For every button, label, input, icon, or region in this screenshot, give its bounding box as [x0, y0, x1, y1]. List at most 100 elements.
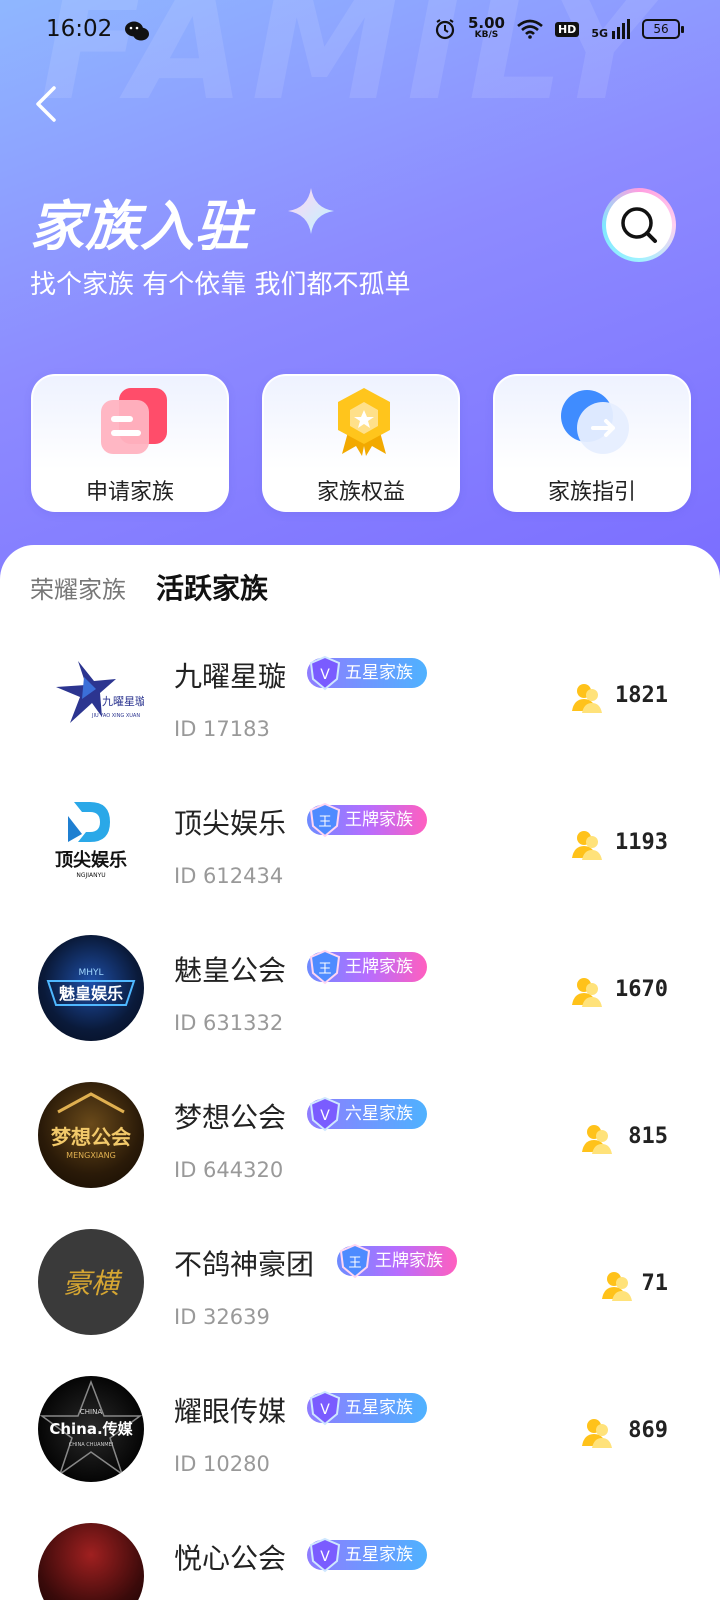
svg-text:JIU YAO XING XUAN: JIU YAO XING XUAN: [91, 713, 140, 719]
signal-5g: 5G: [591, 19, 630, 39]
svg-text:V: V: [320, 1549, 330, 1565]
feature-cards: 申请家族 家族权益 家族指引: [31, 374, 691, 512]
family-row[interactable]: 悦心公会 V 五星家族: [0, 1505, 720, 1600]
search-button[interactable]: [602, 188, 676, 262]
page-subtitle: 找个家族 有个依靠 我们都不孤单: [30, 270, 411, 300]
members-icon: [582, 1125, 612, 1154]
family-id: ID 612434: [174, 864, 284, 888]
hd-badge: HD: [554, 21, 580, 37]
rights-medal-icon: [338, 388, 390, 456]
v-shield-icon: V: [309, 1537, 341, 1573]
wechat-icon: [125, 21, 149, 41]
family-row[interactable]: 九曜星璇 JIU YAO XING XUAN 九曜星璇 V 五星家族 ID 17…: [0, 623, 720, 770]
svg-text:V: V: [320, 1108, 330, 1124]
svg-text:V: V: [320, 1402, 330, 1418]
page-title: 家族入驻: [30, 195, 250, 258]
members-icon: [602, 1272, 632, 1301]
family-logo: MHYL 魅皇娱乐: [38, 935, 144, 1041]
wifi-icon: [517, 19, 543, 39]
apply-family-card[interactable]: 申请家族: [31, 374, 229, 512]
family-name: 魅皇公会: [174, 954, 287, 987]
family-row[interactable]: 豪横 不鸽神豪团 王 王牌家族 ID 32639 71: [0, 1211, 720, 1358]
family-level-badge: V 六星家族: [307, 1096, 427, 1132]
apply-family-label: 申请家族: [85, 480, 174, 505]
svg-text:王: 王: [318, 815, 331, 830]
family-level-badge: V 五星家族: [307, 655, 427, 691]
family-level-badge: V 五星家族: [307, 1390, 427, 1426]
svg-text:V: V: [320, 667, 330, 683]
svg-text:王: 王: [318, 962, 331, 977]
back-arrow-icon[interactable]: [28, 82, 68, 126]
family-logo: 顶尖娱乐 NGJIANYU: [38, 788, 144, 894]
svg-text:梦想公会: 梦想公会: [51, 1125, 131, 1149]
family-name: 九曜星璇: [174, 660, 287, 693]
family-id: ID 644320: [174, 1158, 284, 1182]
family-logo: CHINA China.传媒 CHINA CHUANMEI: [38, 1376, 144, 1482]
family-logo: 梦想公会 MENGXIANG: [38, 1082, 144, 1188]
svg-text:九曜星璇: 九曜星璇: [102, 695, 144, 708]
svg-text:CHINA: CHINA: [80, 1408, 102, 1416]
svg-text:MENGXIANG: MENGXIANG: [66, 1151, 116, 1160]
status-time: 16:02: [46, 16, 113, 42]
guide-arrow-icon: [561, 390, 629, 454]
member-count: 1821: [615, 683, 668, 708]
alarm-icon: [435, 19, 455, 40]
members-icon: [582, 1419, 612, 1448]
member-count: 815: [628, 1124, 668, 1149]
family-id: ID 631332: [174, 1011, 284, 1035]
svg-text:魅皇娱乐: 魅皇娱乐: [59, 984, 123, 1003]
v-shield-icon: V: [309, 1096, 341, 1132]
family-name: 悦心公会: [174, 1542, 287, 1575]
family-id: ID 10280: [174, 1452, 270, 1476]
family-name: 耀眼传媒: [174, 1395, 287, 1428]
family-name: 顶尖娱乐: [174, 807, 287, 840]
tab-bar: 荣耀家族 活跃家族: [30, 567, 268, 607]
svg-text:豪横: 豪横: [63, 1267, 123, 1300]
members-icon: [572, 978, 602, 1007]
family-row[interactable]: 顶尖娱乐 NGJIANYU 顶尖娱乐 王 王牌家族 ID 612434 1193: [0, 770, 720, 917]
family-row[interactable]: MHYL 魅皇娱乐 魅皇公会 王 王牌家族 ID 631332 1670: [0, 917, 720, 1064]
member-count: 869: [628, 1418, 668, 1443]
family-logo: 九曜星璇 JIU YAO XING XUAN: [38, 641, 144, 747]
v-shield-icon: V: [309, 1390, 341, 1426]
net-speed: 5.00 KB/S: [467, 14, 505, 41]
family-level-badge: 王 王牌家族: [337, 1243, 457, 1279]
member-count: 71: [641, 1271, 669, 1296]
family-name: 不鸽神豪团: [174, 1248, 315, 1281]
king-crown-icon: 王: [309, 949, 341, 985]
svg-text:王: 王: [348, 1256, 361, 1271]
family-row[interactable]: CHINA China.传媒 CHINA CHUANMEI 耀眼传媒 V 五星家…: [0, 1358, 720, 1505]
family-list: 九曜星璇 JIU YAO XING XUAN 九曜星璇 V 五星家族 ID 17…: [0, 623, 720, 1600]
member-count: 1670: [615, 977, 668, 1002]
family-list-panel: 荣耀家族 活跃家族 九曜星璇 JIU YAO XING XUAN 九曜星璇 V …: [0, 545, 720, 1600]
tab-active-family[interactable]: 活跃家族: [156, 567, 268, 607]
family-rights-card[interactable]: 家族权益: [262, 374, 460, 512]
family-name: 梦想公会: [174, 1101, 287, 1134]
family-level-badge: V 五星家族: [307, 1537, 427, 1573]
svg-text:顶尖娱乐: 顶尖娱乐: [55, 849, 127, 871]
svg-text:MHYL: MHYL: [78, 968, 103, 978]
family-logo: [38, 1523, 144, 1600]
status-bar: 16:02 5.00 KB/S HD 5G 56: [0, 0, 720, 62]
svg-text:CHINA CHUANMEI: CHINA CHUANMEI: [69, 1442, 114, 1448]
king-crown-icon: 王: [309, 802, 341, 838]
members-icon: [572, 684, 602, 713]
v-shield-icon: V: [309, 655, 341, 691]
svg-text:China.传媒: China.传媒: [49, 1420, 133, 1438]
tab-honor-family[interactable]: 荣耀家族: [30, 570, 126, 605]
members-icon: [572, 831, 602, 860]
family-id: ID 17183: [174, 717, 270, 741]
family-id: ID 32639: [174, 1305, 270, 1329]
sparkle-icon: [288, 188, 334, 234]
svg-text:NGJIANYU: NGJIANYU: [76, 872, 105, 879]
battery-indicator: 56: [642, 19, 684, 39]
family-logo: 豪横: [38, 1229, 144, 1335]
family-guide-label: 家族指引: [547, 480, 636, 505]
apply-document-icon: [101, 388, 167, 454]
family-row[interactable]: 梦想公会 MENGXIANG 梦想公会 V 六星家族 ID 644320 815: [0, 1064, 720, 1211]
family-level-badge: 王 王牌家族: [307, 949, 427, 985]
search-icon: [621, 207, 657, 243]
family-guide-card[interactable]: 家族指引: [493, 374, 691, 512]
family-level-badge: 王 王牌家族: [307, 802, 427, 838]
member-count: 1193: [615, 830, 668, 855]
